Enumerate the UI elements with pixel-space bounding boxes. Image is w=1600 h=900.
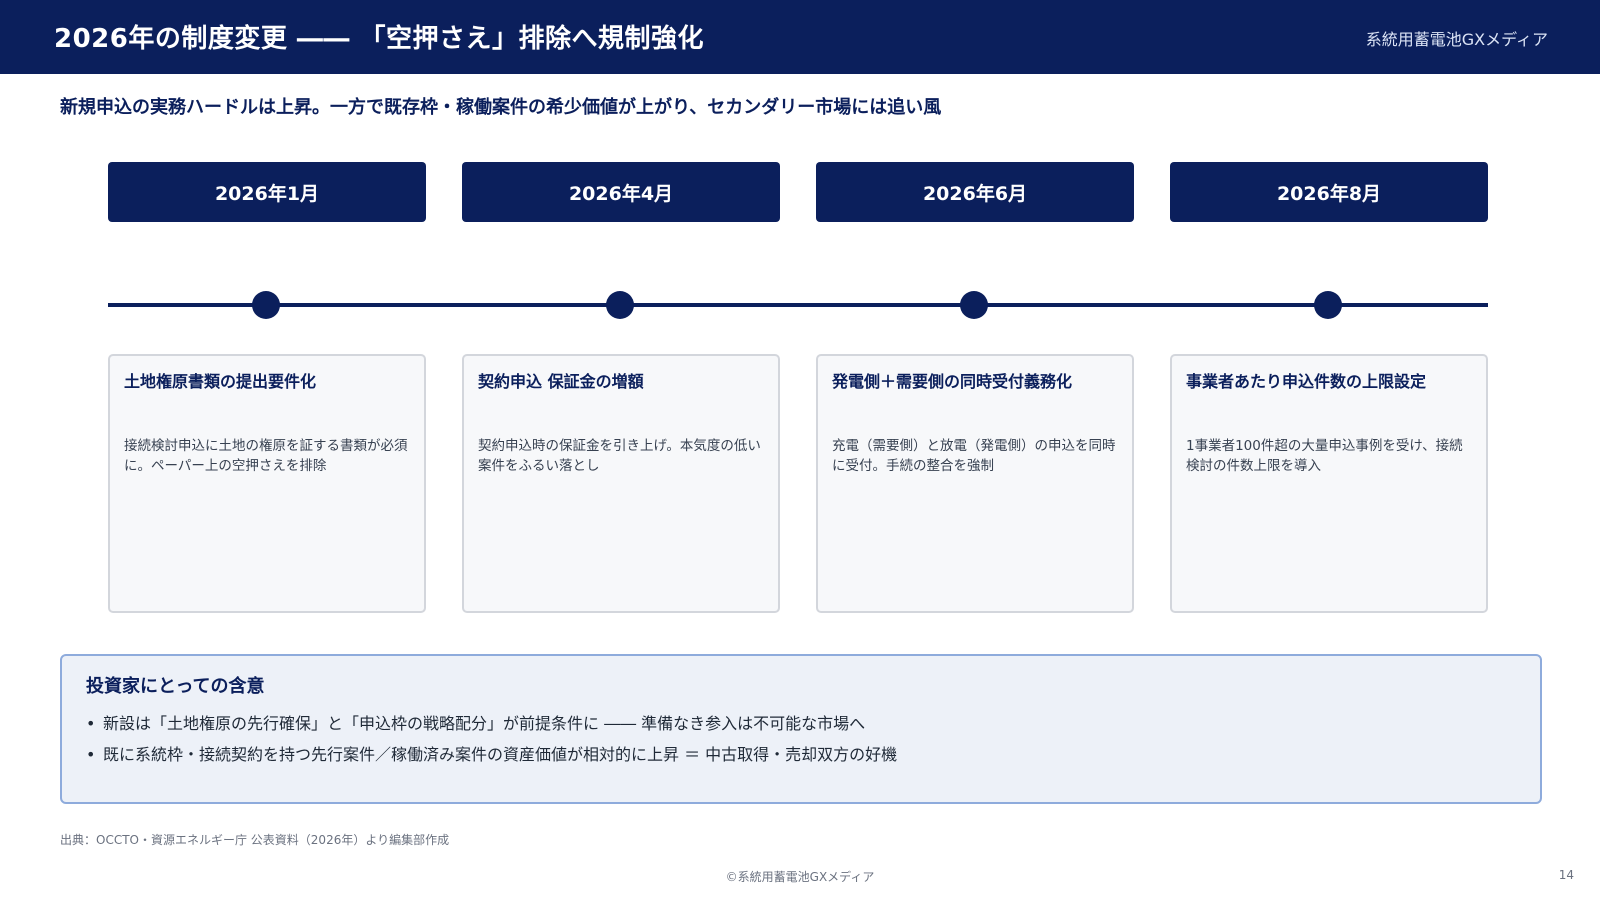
footer-copyright: ©系統用蓄電池GXメディア [725,870,875,884]
implication-text: 新設は「土地権原の先行確保」と「申込枠の戦略配分」が前提条件に ―― 準備なき参… [103,714,866,733]
card-body: 充電（需要側）と放電（発電側）の申込を同時に受付。手続の整合を強制 [832,438,1116,474]
timeline-date-2: 2026年4月 [462,162,780,222]
list-item: • 既に系統枠・接続契約を持つ先行案件／稼働済み案件の資産価値が相対的に上昇 ＝ … [86,739,897,770]
timeline-card-3: 発電側＋需要側の同時受付義務化 充電（需要側）と放電（発電側）の申込を同時に受付… [816,354,1134,613]
implications-list: • 新設は「土地権原の先行確保」と「申込枠の戦略配分」が前提条件に ―― 準備なき… [86,708,897,770]
page-title: 2026年の制度変更 ―― 「空押さえ」排除へ規制強化 [54,24,704,54]
page-subtitle: 新規申込の実務ハードルは上昇。一方で既存枠・稼働案件の希少価値が上がり、セカンダ… [60,97,942,118]
card-body: 接続検討申込に土地の権原を証する書類が必須に。ペーパー上の空押さえを排除 [124,438,408,474]
timeline-card-2: 契約申込 保証金の増額 契約申込時の保証金を引き上げ。本気度の低い案件をふるい落… [462,354,780,613]
timeline-card-4: 事業者あたり申込件数の上限設定 1事業者100件超の大量申込事例を受け、接続検討… [1170,354,1488,613]
timeline-card-1: 土地権原書類の提出要件化 接続検討申込に土地の権原を証する書類が必須に。ペーパー… [108,354,426,613]
implication-text: 既に系統枠・接続契約を持つ先行案件／稼働済み案件の資産価値が相対的に上昇 ＝ 中… [103,745,898,764]
card-body: 契約申込時の保証金を引き上げ。本気度の低い案件をふるい落とし [478,438,761,474]
source-note: 出典：OCCTO・資源エネルギー庁 公表資料（2026年）より編集部作成 [60,833,450,847]
card-title: 契約申込 保証金の増額 [478,372,644,391]
timeline-dot-1 [252,291,280,319]
timeline-dot-4 [1314,291,1342,319]
timeline-dot-3 [960,291,988,319]
card-title: 土地権原書類の提出要件化 [124,372,317,391]
bullet-icon: • [86,714,96,733]
header-bar: 2026年の制度変更 ―― 「空押さえ」排除へ規制強化 系統用蓄電池GXメディア [0,0,1600,74]
timeline-date-4: 2026年8月 [1170,162,1488,222]
bullet-icon: • [86,745,96,764]
card-title: 発電側＋需要側の同時受付義務化 [832,372,1073,391]
implications-title: 投資家にとっての含意 [86,676,265,697]
timeline-date-3: 2026年6月 [816,162,1134,222]
list-item: • 新設は「土地権原の先行確保」と「申込枠の戦略配分」が前提条件に ―― 準備なき… [86,708,897,739]
card-title: 事業者あたり申込件数の上限設定 [1186,372,1427,391]
brand-name: 系統用蓄電池GXメディア [1365,30,1548,49]
page-number: 14 [1558,868,1574,882]
timeline-dot-2 [606,291,634,319]
card-body: 1事業者100件超の大量申込事例を受け、接続検討の件数上限を導入 [1186,438,1463,474]
investor-implications-box: 投資家にとっての含意 • 新設は「土地権原の先行確保」と「申込枠の戦略配分」が前提… [60,654,1542,804]
timeline-line [108,303,1488,307]
timeline-date-1: 2026年1月 [108,162,426,222]
